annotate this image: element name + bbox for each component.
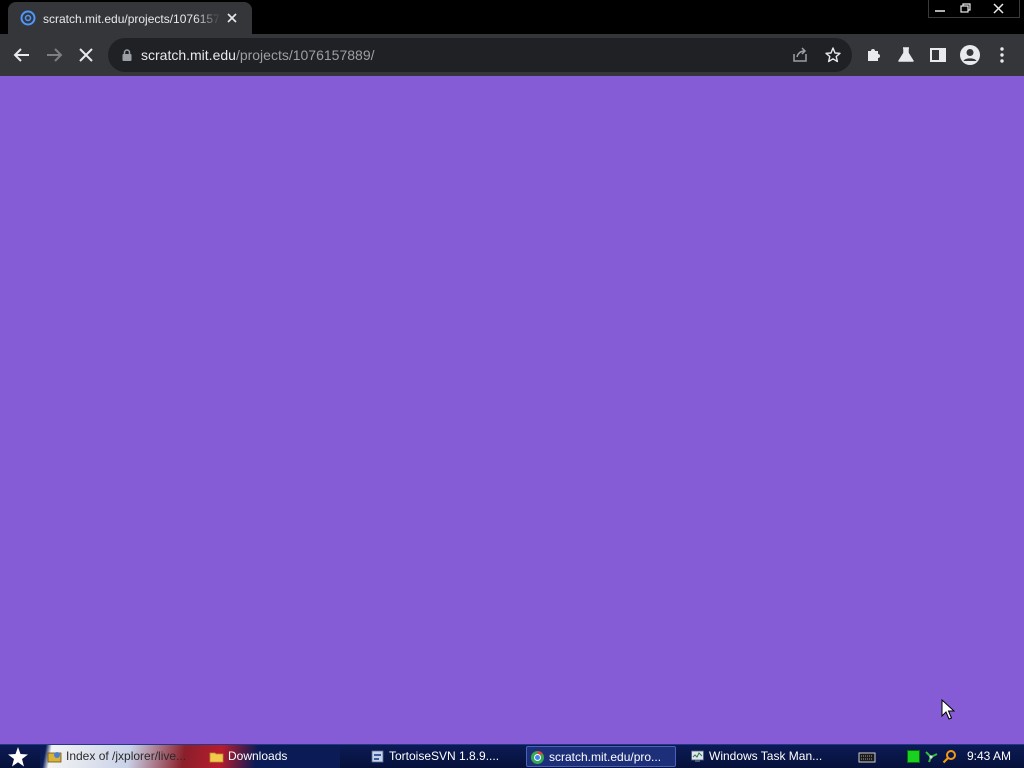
flask-icon: [898, 47, 914, 62]
address-bar[interactable]: scratch.mit.edu/projects/1076157889/: [108, 38, 852, 72]
page-content[interactable]: [0, 76, 1024, 744]
puzzle-icon: [868, 49, 880, 61]
green-status-icon[interactable]: [907, 750, 920, 763]
taskbar-task-downloads[interactable]: Downloads: [206, 746, 326, 767]
task-label: Downloads: [228, 749, 288, 763]
chrome-icon: [531, 751, 544, 764]
url-host: scratch.mit.edu: [141, 47, 236, 63]
taskbar-task-tortoisesvn[interactable]: TortoiseSVN 1.8.9....: [367, 746, 512, 767]
folder-icon: [209, 752, 224, 763]
task-label: Windows Task Man...: [709, 749, 823, 763]
back-button[interactable]: [10, 43, 34, 67]
taskbar-clock[interactable]: 9:43 AM: [960, 746, 1018, 767]
task-manager-icon: [691, 750, 704, 762]
task-label: scratch.mit.edu/pro...: [549, 750, 662, 764]
restore-button[interactable]: [953, 0, 977, 18]
mouse-cursor-icon: [941, 699, 955, 720]
tab-strip: scratch.mit.edu/projects/1076157889/: [0, 0, 1024, 34]
stop-loading-button[interactable]: [74, 43, 98, 67]
browser-toolbar: scratch.mit.edu/projects/1076157889/: [0, 34, 1024, 76]
taskbar: Index of /jxplorer/live... Downloads Tor…: [0, 744, 1024, 768]
network-icon[interactable]: [924, 749, 939, 764]
tab-title: scratch.mit.edu/projects/1076157889/: [43, 12, 221, 26]
side-panel-icon: [930, 48, 946, 62]
search-icon[interactable]: [942, 749, 957, 764]
share-icon[interactable]: [791, 46, 809, 64]
minimize-button[interactable]: [928, 0, 952, 18]
more-vert-icon: [1000, 47, 1004, 63]
arrow-right-icon: [47, 48, 63, 62]
star-icon[interactable]: [824, 46, 842, 64]
tab-close-icon[interactable]: [224, 10, 240, 26]
profile-button[interactable]: [958, 43, 982, 67]
star-start-icon[interactable]: [6, 746, 30, 768]
task-label: TortoiseSVN 1.8.9....: [389, 749, 500, 763]
task-label: Index of /jxplorer/live...: [66, 749, 187, 763]
arrow-left-icon: [13, 48, 29, 62]
lock-icon[interactable]: [120, 48, 134, 62]
stop-loading-icon: [79, 48, 93, 62]
url-text[interactable]: scratch.mit.edu/projects/1076157889/: [141, 46, 375, 64]
taskbar-task-task-manager[interactable]: Windows Task Man...: [687, 746, 837, 767]
folder-web-icon: [47, 752, 62, 763]
keyboard-icon[interactable]: [858, 750, 876, 764]
taskbar-task-chrome[interactable]: scratch.mit.edu/pro...: [526, 746, 676, 767]
extensions-button[interactable]: [862, 43, 886, 67]
restore-icon: [960, 3, 971, 13]
menu-button[interactable]: [990, 43, 1014, 67]
forward-button[interactable]: [42, 43, 66, 67]
labs-button[interactable]: [894, 43, 918, 67]
browser-tab[interactable]: scratch.mit.edu/projects/1076157889/: [8, 2, 252, 34]
close-icon: [993, 3, 1004, 14]
url-path: /projects/1076157889/: [235, 47, 375, 63]
installer-icon: [371, 750, 384, 763]
taskbar-task-index[interactable]: Index of /jxplorer/live...: [44, 746, 204, 767]
profile-icon: [960, 45, 980, 65]
close-window-button[interactable]: [978, 0, 1020, 18]
side-panel-button[interactable]: [926, 43, 950, 67]
scratch-favicon-icon: [20, 10, 36, 26]
minimize-icon: [935, 10, 945, 12]
